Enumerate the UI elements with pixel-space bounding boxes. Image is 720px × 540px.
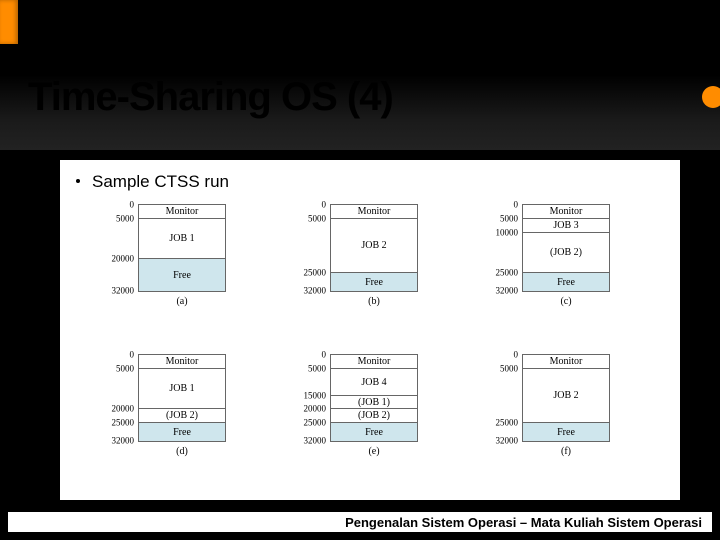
- diagram-label: (b): [330, 296, 418, 307]
- memory-segment: Monitor: [523, 205, 609, 219]
- memory-address-label: 5000: [474, 365, 518, 374]
- corner-decoration: [702, 86, 720, 108]
- memory-address-label: 25000: [282, 269, 326, 278]
- diagram-label: (c): [522, 296, 610, 307]
- memory-column: MonitorJOB 3(JOB 2)Free: [522, 204, 610, 292]
- memory-segment: Free: [331, 273, 417, 291]
- memory-address-label: 15000: [282, 392, 326, 401]
- memory-diagram: MonitorJOB 1Free 0 5000 20000 32000 (a): [90, 200, 268, 340]
- memory-address-label: 0: [474, 351, 518, 360]
- memory-segment: (JOB 2): [139, 409, 225, 423]
- memory-segment: Monitor: [139, 355, 225, 369]
- memory-diagram: MonitorJOB 2Free 0 5000 25000 32000 (b): [282, 200, 460, 340]
- memory-diagram: MonitorJOB 1(JOB 2)Free 0 5000 20000 25000 32…: [90, 350, 268, 490]
- memory-segment: JOB 4: [331, 369, 417, 396]
- memory-segment: JOB 3: [523, 219, 609, 233]
- memory-segment: Monitor: [331, 205, 417, 219]
- memory-column: MonitorJOB 1(JOB 2)Free: [138, 354, 226, 442]
- memory-diagram: MonitorJOB 2Free 0 5000 25000 32000 (f): [474, 350, 652, 490]
- diagram-label: (f): [522, 446, 610, 457]
- footer-bar: Pengenalan Sistem Operasi – Mata Kuliah …: [8, 510, 712, 532]
- memory-address-label: 25000: [90, 419, 134, 428]
- memory-segment: Free: [139, 259, 225, 291]
- memory-segment: Free: [523, 273, 609, 291]
- memory-diagram: MonitorJOB 4(JOB 1)(JOB 2)Free 0 5000 15000…: [282, 350, 460, 490]
- bullet-icon: [76, 179, 80, 183]
- diagram-label: (d): [138, 446, 226, 457]
- memory-segment: JOB 2: [331, 219, 417, 273]
- memory-address-label: 5000: [282, 365, 326, 374]
- memory-address-label: 32000: [90, 287, 134, 296]
- memory-address-label: 0: [90, 351, 134, 360]
- memory-column: MonitorJOB 2Free: [330, 204, 418, 292]
- footer-text: Pengenalan Sistem Operasi – Mata Kuliah …: [345, 515, 702, 530]
- memory-diagram: MonitorJOB 3(JOB 2)Free 0 5000 10000 25000 32…: [474, 200, 652, 340]
- accent-bar: [0, 0, 18, 44]
- memory-diagrams-grid: MonitorJOB 1Free050002000032000(a)Monito…: [90, 200, 652, 490]
- memory-column: MonitorJOB 2Free: [522, 354, 610, 442]
- memory-address-label: 25000: [282, 419, 326, 428]
- memory-segment: Free: [139, 423, 225, 441]
- memory-address-label: 0: [90, 201, 134, 210]
- memory-address-label: 32000: [474, 287, 518, 296]
- bullet-text: Sample CTSS run: [92, 172, 229, 192]
- memory-address-label: 0: [282, 351, 326, 360]
- memory-address-label: 0: [474, 201, 518, 210]
- memory-segment: (JOB 2): [331, 409, 417, 423]
- memory-column: MonitorJOB 1Free: [138, 204, 226, 292]
- memory-address-label: 5000: [474, 215, 518, 224]
- memory-segment: Monitor: [139, 205, 225, 219]
- memory-address-label: 20000: [90, 405, 134, 414]
- memory-segment: JOB 1: [139, 219, 225, 259]
- memory-segment: Free: [331, 423, 417, 441]
- memory-address-label: 32000: [282, 437, 326, 446]
- memory-address-label: 32000: [282, 287, 326, 296]
- memory-address-label: 20000: [282, 405, 326, 414]
- memory-address-label: 25000: [474, 269, 518, 278]
- memory-address-label: 0: [282, 201, 326, 210]
- memory-address-label: 32000: [90, 437, 134, 446]
- memory-address-label: 10000: [474, 229, 518, 238]
- memory-column: MonitorJOB 4(JOB 1)(JOB 2)Free: [330, 354, 418, 442]
- diagram-label: (e): [330, 446, 418, 457]
- memory-address-label: 5000: [90, 215, 134, 224]
- memory-address-label: 20000: [90, 255, 134, 264]
- memory-segment: Monitor: [331, 355, 417, 369]
- memory-segment: Monitor: [523, 355, 609, 369]
- memory-segment: (JOB 1): [331, 396, 417, 409]
- memory-address-label: 5000: [282, 215, 326, 224]
- memory-address-label: 5000: [90, 365, 134, 374]
- slide-title: Time-Sharing OS (4): [28, 75, 393, 120]
- memory-segment: JOB 2: [523, 369, 609, 423]
- memory-address-label: 25000: [474, 419, 518, 428]
- memory-segment: (JOB 2): [523, 233, 609, 273]
- memory-address-label: 32000: [474, 437, 518, 446]
- memory-segment: JOB 1: [139, 369, 225, 409]
- memory-segment: Free: [523, 423, 609, 441]
- diagram-label: (a): [138, 296, 226, 307]
